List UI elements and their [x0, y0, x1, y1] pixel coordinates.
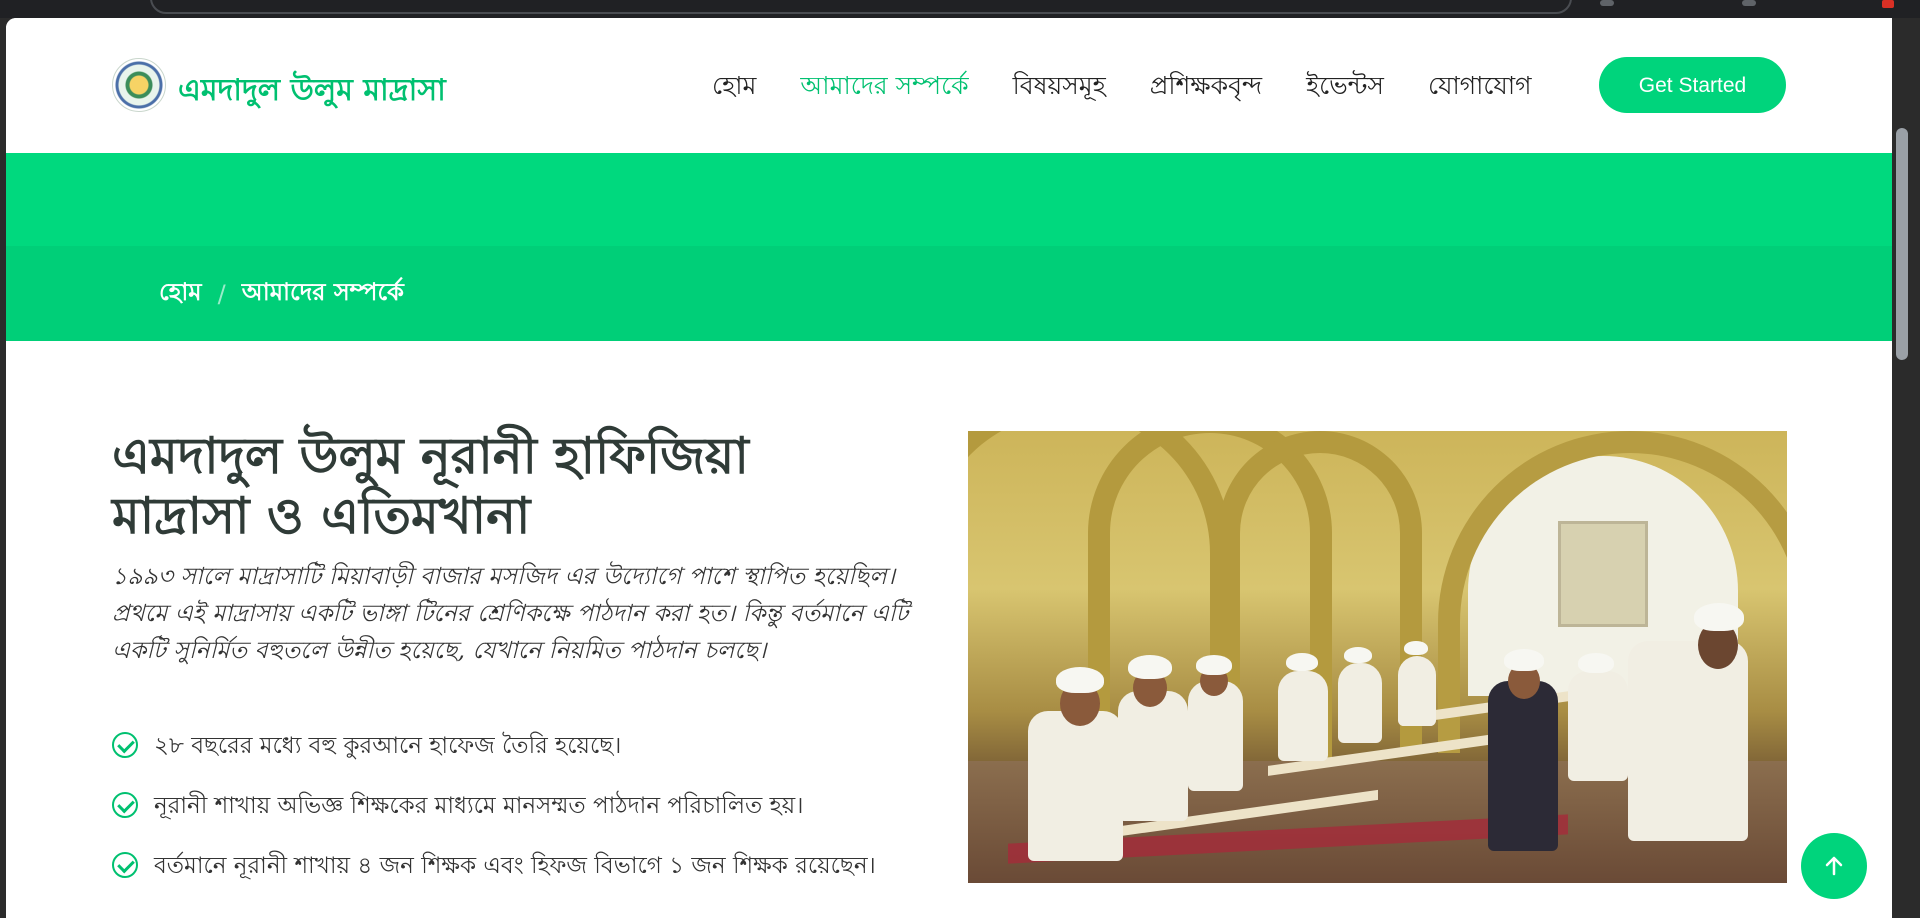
list-item: ২৮ বছরের মধ্যে বহু কুরআনে হাফেজ তৈরি হয়…: [112, 728, 932, 765]
scrollbar-thumb[interactable]: [1896, 128, 1908, 360]
nav-item-subjects[interactable]: বিষয়সমূহ: [991, 68, 1128, 104]
check-circle-icon: [112, 852, 138, 878]
main-nav: হোম আমাদের সম্পর্কে বিষয়সমূহ প্রশিক্ষকব…: [690, 68, 1553, 104]
nav-item-trainers[interactable]: প্রশিক্ষকবৃন্দ: [1128, 68, 1284, 104]
nav-item-about[interactable]: আমাদের সম্পর্কে: [778, 68, 990, 104]
page-title-line-2: মাদ্রাসা ও এতিমখানা: [112, 487, 531, 545]
feature-text: নূরানী শাখায় অভিজ্ঞ শিক্ষকের মাধ্যমে মা…: [154, 793, 804, 819]
feature-text: বর্তমানে নূরানী শাখায় ৪ জন শিক্ষক এবং হ…: [154, 853, 876, 879]
list-item: বর্তমানে নূরানী শাখায় ৪ জন শিক্ষক এবং হ…: [112, 848, 932, 885]
back-to-top-button[interactable]: [1801, 833, 1867, 899]
nav-item-contact[interactable]: যোগাযোগ: [1406, 68, 1554, 104]
feature-text: ২৮ বছরের মধ্যে বহু কুরআনে হাফেজ তৈরি হয়…: [154, 733, 622, 759]
extension-badge-icon[interactable]: [1882, 0, 1894, 8]
breadcrumb: হোম / আমাদের সম্পর্কে: [159, 274, 404, 314]
arrow-up-icon: [1825, 856, 1843, 876]
address-bar[interactable]: [150, 0, 1572, 14]
browser-chrome: [0, 0, 1920, 18]
hero-band: [6, 153, 1892, 246]
check-circle-icon: [112, 792, 138, 818]
page-title-line-1: এমদাদুল উলুম নূরানী হাফিজিয়া: [112, 427, 749, 485]
intro-paragraph: ১৯৯৩ সালে মাদ্রাসাটি মিয়াবাড়ী বাজার মস…: [112, 562, 909, 664]
page-viewport: এমদাদুল উলুম মাদ্রাসা হোম আমাদের সম্পর্ক…: [6, 18, 1892, 918]
site-logo-text[interactable]: এমদাদুল উলুম মাদ্রাসা: [178, 66, 446, 117]
extension-icon[interactable]: [1600, 0, 1614, 6]
extension-icon[interactable]: [1742, 0, 1756, 6]
site-header: এমদাদুল উলুম মাদ্রাসা হোম আমাদের সম্পর্ক…: [6, 18, 1892, 153]
breadcrumb-home-link[interactable]: হোম: [159, 274, 202, 314]
nav-item-home[interactable]: হোম: [690, 68, 778, 104]
nav-item-events[interactable]: ইভেন্টস: [1284, 68, 1406, 104]
check-circle-icon: [112, 732, 138, 758]
madrasa-seal-icon[interactable]: [112, 58, 166, 112]
page-title: এমদাদুল উলুম নূরানী হাফিজিয়া মাদ্রাসা ও…: [112, 426, 872, 546]
list-item: নূরানী শাখায় অভিজ্ঞ শিক্ষকের মাধ্যমে মা…: [112, 788, 932, 825]
breadcrumb-current: আমাদের সম্পর্কে: [241, 278, 404, 306]
about-photo: [968, 431, 1787, 883]
breadcrumb-separator: /: [217, 280, 226, 308]
get-started-button[interactable]: Get Started: [1599, 57, 1786, 113]
feature-list: ২৮ বছরের মধ্যে বহু কুরআনে হাফেজ তৈরি হয়…: [112, 728, 932, 908]
